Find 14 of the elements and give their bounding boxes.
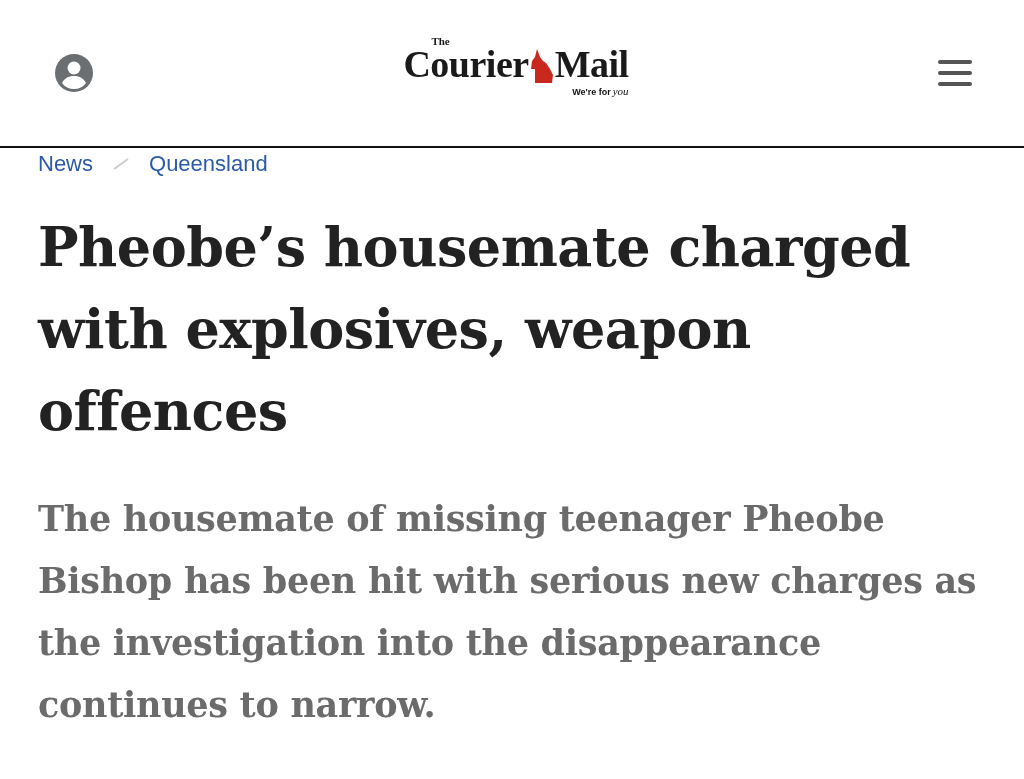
user-icon bbox=[54, 53, 94, 93]
logo-text: Mail bbox=[554, 45, 629, 83]
menu-icon bbox=[938, 58, 972, 88]
tagline: you bbox=[612, 85, 629, 97]
headline: Pheobe’s housemate charged with explosives, weapon offences bbox=[38, 214, 912, 446]
logo-text: Courier bbox=[403, 45, 529, 83]
breadcrumb-link[interactable]: Queensland bbox=[149, 152, 268, 177]
breadcrumb-link[interactable]: News bbox=[38, 152, 93, 177]
standfirst: The housemate of missing teenager Pheobe Bishop has been hit with serious new charges as the investigation into the disappearance continues to narrow. bbox=[38, 497, 978, 728]
separator-icon bbox=[113, 158, 129, 171]
logo-text: The bbox=[431, 35, 450, 47]
menu-button[interactable] bbox=[938, 58, 972, 88]
account-button[interactable] bbox=[54, 53, 94, 93]
tagline: We're for bbox=[572, 87, 611, 97]
